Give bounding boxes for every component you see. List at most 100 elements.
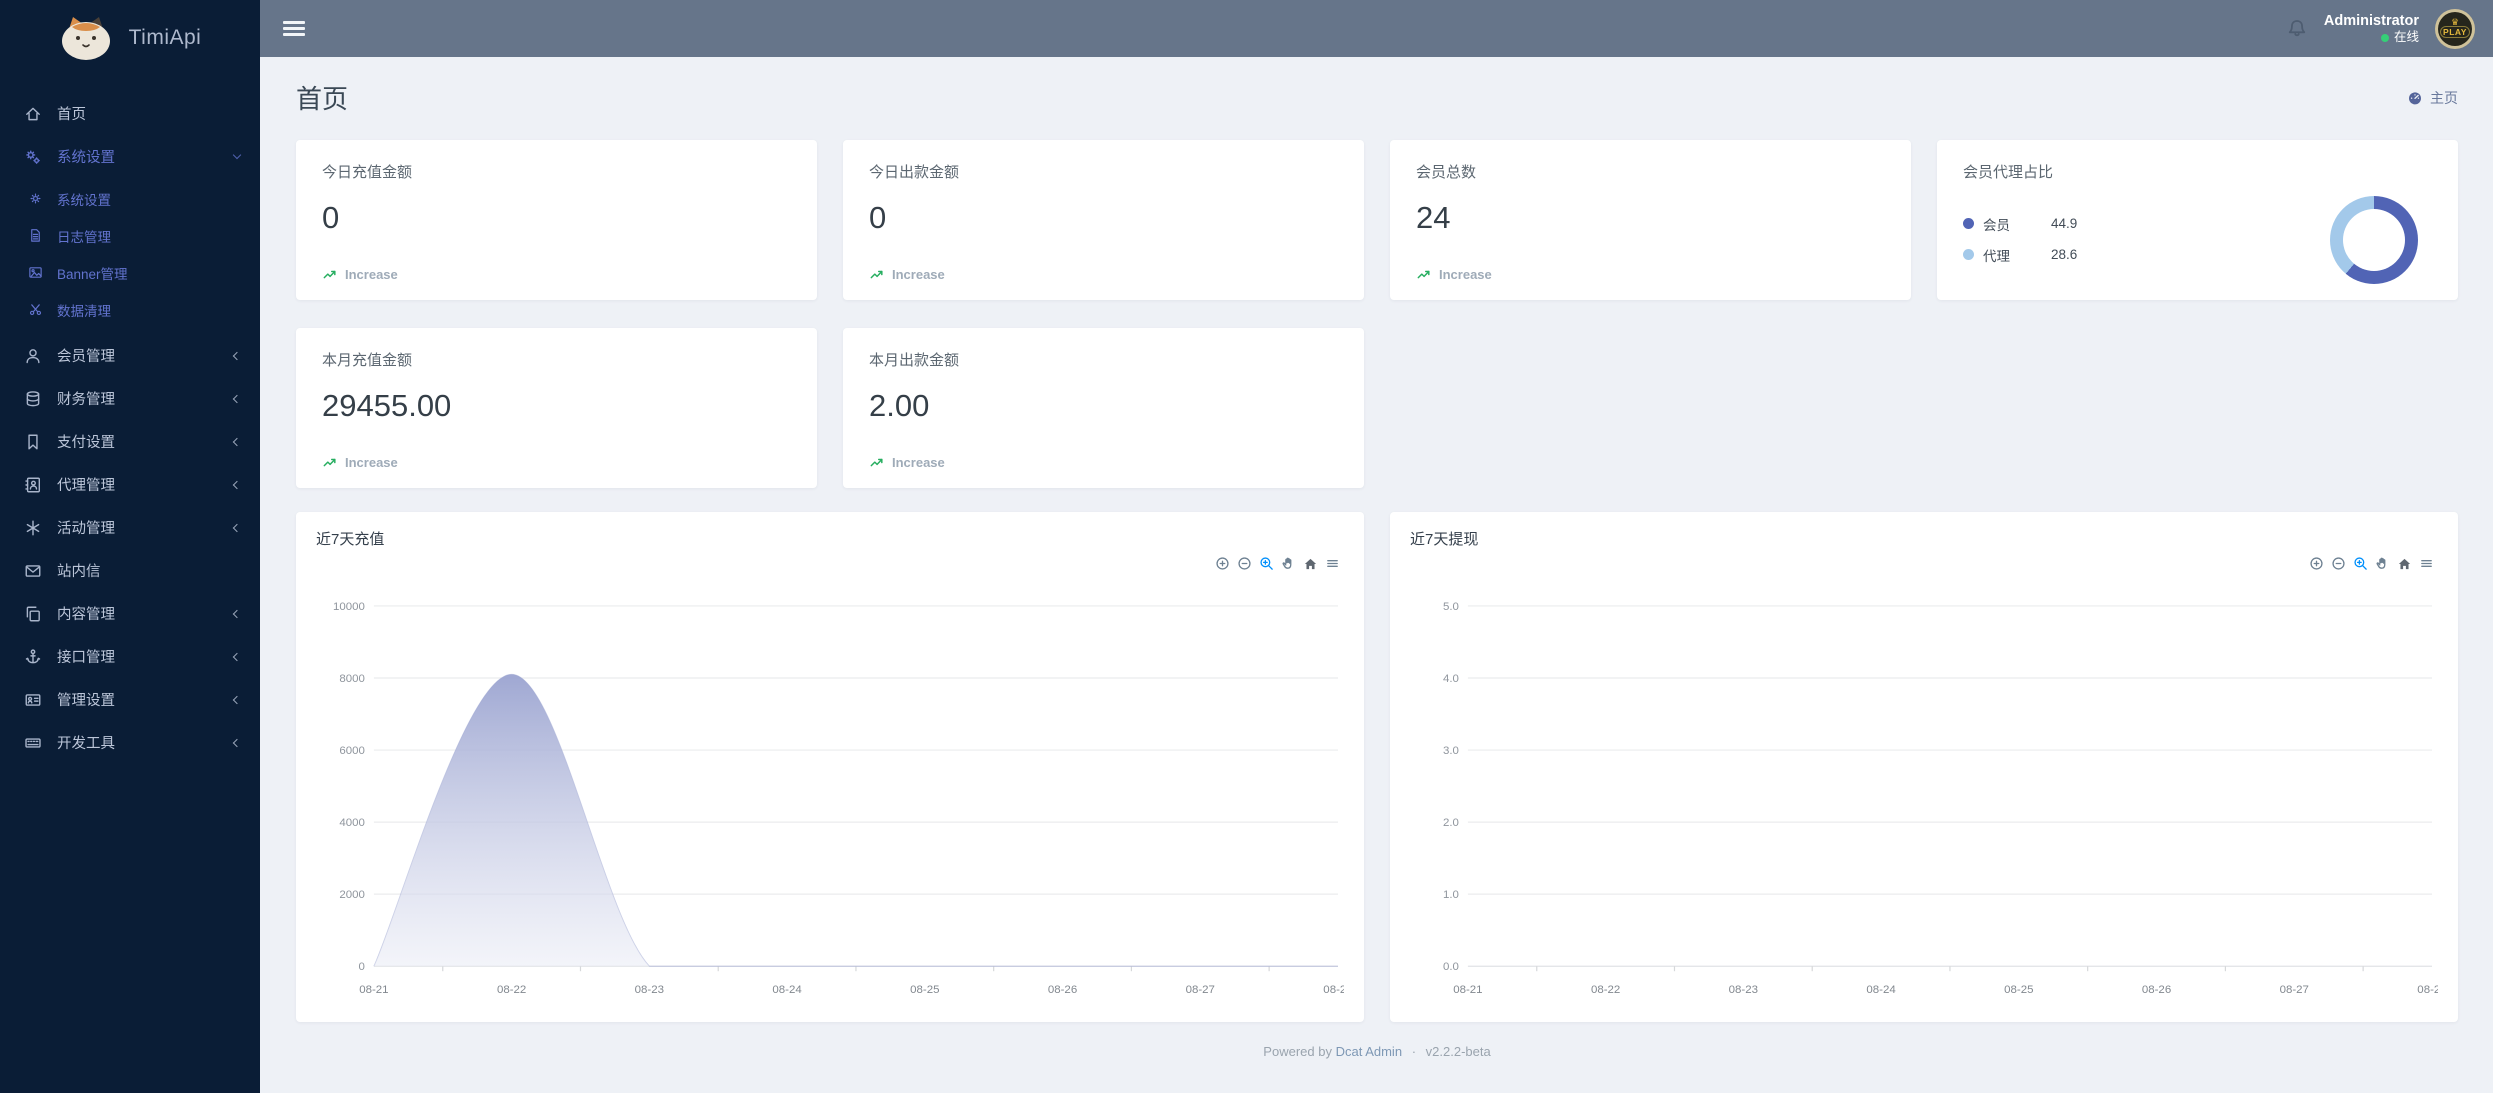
breadcrumb[interactable]: 主页 bbox=[2407, 88, 2458, 108]
trend-up-icon bbox=[869, 268, 885, 282]
svg-text:6000: 6000 bbox=[339, 745, 365, 757]
sidebar: TimiApi 首页 系统设置 系统设置 日志管理 Banner管理 数据清理 … bbox=[0, 0, 260, 1093]
keyboard-icon bbox=[24, 734, 42, 752]
sidebar-subitem-system-settings[interactable]: 系统设置 bbox=[0, 180, 260, 217]
user-icon bbox=[24, 347, 42, 365]
member-agent-donut-chart bbox=[2330, 196, 2418, 284]
notifications-bell-icon[interactable] bbox=[2286, 18, 2308, 40]
sidebar-item-finance[interactable]: 财务管理 bbox=[0, 377, 260, 420]
sidebar-item-dev-tools[interactable]: 开发工具 bbox=[0, 721, 260, 764]
stat-value: 24 bbox=[1416, 200, 1451, 235]
avatar[interactable]: ♛ PLAY bbox=[2435, 8, 2475, 49]
sidebar-item-label: 财务管理 bbox=[57, 392, 115, 408]
image-icon bbox=[28, 265, 43, 280]
sidebar-subitem-data-cleanup[interactable]: 数据清理 bbox=[0, 291, 260, 328]
footer-version: v2.2.2-beta bbox=[1425, 1044, 1491, 1059]
sidebar-nav: 首页 系统设置 系统设置 日志管理 Banner管理 数据清理 会员管理 财务管… bbox=[0, 76, 260, 764]
svg-text:08-25: 08-25 bbox=[910, 984, 939, 996]
svg-text:08-28: 08-28 bbox=[1323, 984, 1344, 996]
sidebar-submenu-system: 系统设置 日志管理 Banner管理 数据清理 bbox=[0, 178, 260, 334]
chart-toolbar bbox=[2309, 556, 2434, 571]
panning-icon[interactable] bbox=[1281, 556, 1296, 571]
menu-icon[interactable] bbox=[1325, 556, 1340, 571]
svg-text:08-25: 08-25 bbox=[2004, 984, 2033, 996]
zoom-out-icon[interactable] bbox=[1237, 556, 1252, 571]
svg-text:08-28: 08-28 bbox=[2417, 984, 2438, 996]
scissors-icon bbox=[28, 302, 43, 317]
chevron-left-icon bbox=[232, 351, 242, 360]
sidebar-item-label: 接口管理 bbox=[57, 650, 115, 666]
bookmark-icon bbox=[24, 433, 42, 451]
sidebar-item-admin-settings[interactable]: 管理设置 bbox=[0, 678, 260, 721]
menu-icon[interactable] bbox=[2419, 556, 2434, 571]
log-file-icon bbox=[28, 228, 43, 243]
stat-title: 本月出款金额 bbox=[869, 352, 960, 369]
legend-label: 代理 bbox=[1983, 248, 2010, 264]
sidebar-item-members[interactable]: 会员管理 bbox=[0, 334, 260, 377]
zoom-in-icon[interactable] bbox=[2309, 556, 2324, 571]
cat-logo-image bbox=[61, 17, 110, 60]
chevron-left-icon bbox=[232, 738, 242, 747]
footer-dcat-admin-link[interactable]: Dcat Admin bbox=[1336, 1044, 1402, 1059]
svg-text:08-27: 08-27 bbox=[1186, 984, 1215, 996]
stat-card-total-members: 会员总数 24 Increase bbox=[1390, 140, 1911, 300]
sidebar-item-home[interactable]: 首页 bbox=[0, 92, 260, 135]
brand-logo[interactable]: TimiApi bbox=[0, 0, 260, 76]
stat-footer-label: Increase bbox=[345, 455, 398, 470]
database-icon bbox=[24, 390, 42, 408]
stat-title: 今日充值金额 bbox=[322, 164, 413, 181]
legend-value: 44.9 bbox=[2051, 216, 2078, 231]
sidebar-item-messages[interactable]: 站内信 bbox=[0, 549, 260, 592]
stat-card-today-withdraw: 今日出款金额 0 Increase bbox=[843, 140, 1364, 300]
reset-zoom-icon[interactable] bbox=[1303, 556, 1318, 571]
sidebar-subitem-banner-management[interactable]: Banner管理 bbox=[0, 254, 260, 291]
trend-up-icon bbox=[322, 268, 338, 282]
svg-text:08-24: 08-24 bbox=[1866, 984, 1896, 996]
trend-up-icon bbox=[322, 456, 338, 470]
stat-title: 会员总数 bbox=[1416, 164, 1477, 181]
agent-book-icon bbox=[24, 476, 42, 494]
withdraw-area-chart: 5.0 4.0 3.0 2.0 1.0 0.0 08-21 08-22 08-23 08-24 08… bbox=[1443, 601, 2438, 996]
page-title: 首页 bbox=[296, 84, 349, 114]
svg-text:08-26: 08-26 bbox=[1048, 984, 1077, 996]
donut-legend: 会员 44.9 代理 28.6 bbox=[1963, 214, 2077, 265]
chart-title: 近7天提现 bbox=[1410, 531, 1479, 548]
svg-text:2000: 2000 bbox=[339, 889, 365, 901]
stat-value: 0 bbox=[869, 200, 887, 235]
sidebar-item-agents[interactable]: 代理管理 bbox=[0, 463, 260, 506]
sidebar-item-content[interactable]: 内容管理 bbox=[0, 592, 260, 635]
svg-text:08-22: 08-22 bbox=[497, 984, 526, 996]
stat-card-month-recharge: 本月充值金额 29455.00 Increase bbox=[296, 328, 817, 488]
sidebar-item-payment[interactable]: 支付设置 bbox=[0, 420, 260, 463]
stat-value: 0 bbox=[322, 200, 340, 235]
panning-icon[interactable] bbox=[2375, 556, 2390, 571]
online-status-dot bbox=[2380, 33, 2389, 42]
sidebar-item-label: 系统设置 bbox=[57, 150, 115, 166]
user-menu[interactable]: Administrator 在线 bbox=[2324, 12, 2419, 46]
chevron-left-icon bbox=[232, 523, 242, 532]
sidebar-item-system-settings[interactable]: 系统设置 bbox=[0, 135, 260, 178]
svg-text:5.0: 5.0 bbox=[1443, 601, 1459, 613]
svg-text:08-24: 08-24 bbox=[772, 984, 802, 996]
gears-icon bbox=[24, 148, 42, 166]
sidebar-subitem-log-management[interactable]: 日志管理 bbox=[0, 217, 260, 254]
svg-text:0.0: 0.0 bbox=[1443, 961, 1459, 973]
svg-text:08-26: 08-26 bbox=[2142, 984, 2171, 996]
zoom-out-icon[interactable] bbox=[2331, 556, 2346, 571]
sidebar-item-api[interactable]: 接口管理 bbox=[0, 635, 260, 678]
selection-zoom-icon[interactable] bbox=[2353, 556, 2368, 571]
chart-toolbar bbox=[1215, 556, 1340, 571]
legend-row-agents: 代理 28.6 bbox=[1963, 245, 2077, 265]
legend-dot bbox=[1963, 218, 1974, 229]
reset-zoom-icon[interactable] bbox=[2397, 556, 2412, 571]
sidebar-subitem-label: 数据清理 bbox=[57, 303, 111, 319]
svg-text:08-22: 08-22 bbox=[1591, 984, 1620, 996]
stat-card-month-withdraw: 本月出款金额 2.00 Increase bbox=[843, 328, 1364, 488]
sidebar-toggle-button[interactable] bbox=[274, 9, 314, 49]
zoom-in-icon[interactable] bbox=[1215, 556, 1230, 571]
footer-separator: · bbox=[1411, 1044, 1417, 1059]
footer-powered-by: Powered by bbox=[1263, 1044, 1332, 1059]
selection-zoom-icon[interactable] bbox=[1259, 556, 1274, 571]
recharge-7d-chart-card: 近7天充值 10000 8000 6000 4000 2000 0 08-21 08-22 08… bbox=[296, 512, 1364, 1022]
sidebar-item-activities[interactable]: 活动管理 bbox=[0, 506, 260, 549]
